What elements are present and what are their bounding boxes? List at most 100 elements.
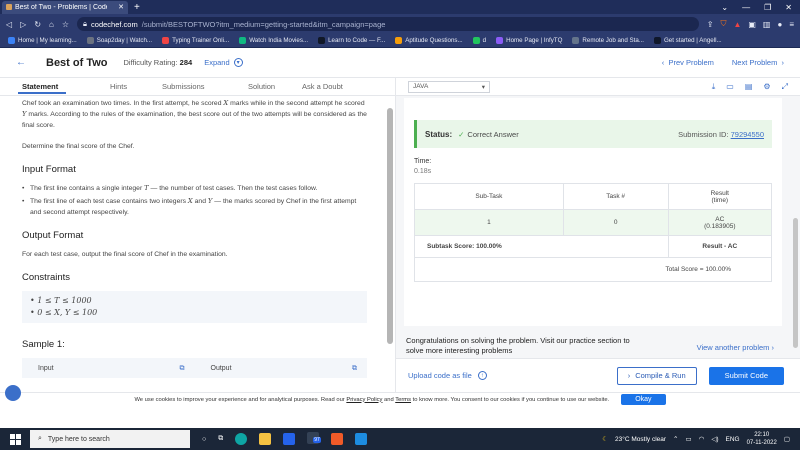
comment-icon[interactable]: ▭ bbox=[726, 82, 734, 92]
forward-icon[interactable]: ▷ bbox=[20, 20, 26, 29]
problem-header: ← Best of Two Difficulty Rating: 284 Exp… bbox=[0, 48, 800, 78]
minimize-icon[interactable]: — bbox=[742, 3, 750, 12]
constraint-item: 0 ≤ X, Y ≤ 100 bbox=[30, 307, 359, 319]
col-result: Result (time) bbox=[667, 183, 773, 210]
terms-link[interactable]: Terms bbox=[395, 397, 411, 403]
prev-problem-link[interactable]: ‹ Prev Problem bbox=[662, 58, 714, 67]
notifications-icon[interactable]: ▢ bbox=[784, 435, 790, 443]
task-view-icon[interactable]: ⧉ bbox=[218, 435, 223, 443]
view-another-problem-link[interactable]: View another problem › bbox=[697, 343, 774, 352]
sample-heading: Sample 1: bbox=[22, 339, 65, 350]
total-score-row: Total Score = 100.00% bbox=[414, 257, 772, 282]
tab-ask-a-doubt[interactable]: Ask a Doubt bbox=[302, 82, 372, 91]
menu-icon[interactable]: ≡ bbox=[789, 20, 794, 29]
copy-icon[interactable]: ⧉ bbox=[352, 363, 357, 374]
brave-rewards-icon[interactable]: ▲ bbox=[733, 20, 741, 29]
input-format-list: The first line contains a single integer… bbox=[22, 183, 367, 218]
vscode-icon[interactable] bbox=[355, 433, 368, 445]
home-icon[interactable]: ⌂ bbox=[49, 20, 54, 29]
check-icon: ✓ bbox=[458, 129, 465, 139]
brave-shield-icon[interactable]: ⛉ bbox=[720, 19, 726, 29]
window-close-icon[interactable]: ✕ bbox=[785, 3, 792, 12]
bookmark-item[interactable]: Home | My learning... bbox=[8, 37, 77, 44]
cookie-text: We use cookies to improve your experienc… bbox=[134, 396, 610, 403]
tab-search-icon[interactable]: ⌄ bbox=[721, 3, 728, 12]
result-table: Sub-Task Task # Result (time) 1 0 AC (0.18… bbox=[414, 183, 773, 282]
constraint-item: 1 ≤ T ≤ 1000 bbox=[30, 295, 359, 307]
language-select[interactable]: JAVA ▾ bbox=[408, 80, 490, 93]
brave-browser-icon[interactable] bbox=[331, 433, 344, 445]
language-indicator[interactable]: ENG bbox=[726, 436, 740, 443]
bookmark-favicon-icon bbox=[472, 37, 480, 44]
download-icon[interactable]: ⤓ bbox=[712, 82, 716, 92]
weather-text[interactable]: 23°C Mostly clear bbox=[615, 436, 666, 443]
tab-submissions[interactable]: Submissions bbox=[162, 82, 232, 91]
cell-result: AC (0.183905) bbox=[667, 209, 773, 236]
edge-icon[interactable] bbox=[235, 433, 248, 445]
copy-icon[interactable]: ⧉ bbox=[180, 363, 185, 374]
bookmark-item[interactable]: Learn to Code — F... bbox=[318, 37, 385, 44]
cookie-okay-button[interactable]: Okay bbox=[621, 394, 666, 405]
media-player-icon[interactable]: 97 bbox=[307, 432, 321, 446]
upload-code-link[interactable]: Upload code as file ↑ bbox=[408, 371, 487, 380]
profile-icon[interactable]: ● bbox=[777, 20, 782, 29]
settings-gear-icon[interactable]: ⚙ bbox=[763, 82, 770, 92]
browser-tab-title: Best of Two - Problems | CodeChef bbox=[15, 3, 107, 11]
submit-code-button[interactable]: Submit Code bbox=[708, 366, 784, 385]
congrats-message: Congratulations on solving the problem. … bbox=[406, 336, 630, 355]
new-tab-icon[interactable]: + bbox=[134, 2, 140, 13]
bookmark-item[interactable]: Soap2day | Watch... bbox=[86, 37, 152, 44]
bookmark-item[interactable]: Home Page | InfyTQ bbox=[496, 37, 562, 44]
browser-tab-strip: Best of Two - Problems | CodeChef ✕ + ⌄ … bbox=[0, 0, 800, 14]
tray-overflow-icon[interactable]: ⌃ bbox=[673, 435, 678, 443]
extension-icon[interactable]: ▣ bbox=[748, 20, 756, 29]
editor-scrollbar[interactable] bbox=[793, 218, 798, 348]
wifi-icon[interactable]: ◠ bbox=[699, 435, 705, 443]
reload-icon[interactable]: ↻ bbox=[34, 20, 41, 29]
save-icon[interactable]: ▤ bbox=[745, 82, 753, 92]
bookmark-item[interactable]: Get started | Angell... bbox=[653, 37, 722, 44]
editor-panel: JAVA ▾ ⤓ ▭ ▤ ⚙ ⤢ Status: ✓ Correct Answer … bbox=[396, 78, 800, 392]
tab-statement[interactable]: Statement bbox=[18, 82, 92, 94]
privacy-policy-link[interactable]: Privacy Policy bbox=[346, 397, 382, 403]
bookmark-favicon-icon bbox=[239, 37, 247, 44]
next-problem-link[interactable]: Next Problem › bbox=[732, 58, 784, 67]
address-bar[interactable]: 🔒︎ codechef.com/submit/BESTOFTWO?itm_med… bbox=[77, 17, 699, 31]
bookmark-favicon-icon bbox=[496, 37, 504, 44]
volume-icon[interactable]: ◁) bbox=[711, 435, 718, 443]
output-format-text: For each test case, output the final sco… bbox=[22, 251, 228, 258]
bookmark-star-icon[interactable]: ☆ bbox=[62, 20, 69, 29]
network-icon[interactable]: ▭ bbox=[686, 435, 692, 443]
bookmark-item[interactable]: Aptitude Questions... bbox=[395, 37, 463, 44]
taskbar-clock[interactable]: 22:10 07-11-2022 bbox=[747, 431, 777, 447]
submission-id-link[interactable]: 79294550 bbox=[731, 130, 764, 139]
col-task: Task # bbox=[562, 183, 669, 210]
tab-hints[interactable]: Hints bbox=[92, 82, 162, 91]
statement-scrollbar[interactable] bbox=[387, 108, 393, 344]
fullscreen-icon[interactable]: ⤢ bbox=[782, 82, 788, 92]
close-tab-icon[interactable]: ✕ bbox=[118, 3, 124, 11]
cortana-icon[interactable]: ○ bbox=[202, 436, 206, 443]
chevron-right-icon: › bbox=[771, 343, 775, 352]
store-icon[interactable] bbox=[283, 433, 296, 445]
sample-output-label: Output ⧉ bbox=[210, 363, 358, 374]
bookmark-item[interactable]: Typing Trainer Onli... bbox=[162, 37, 229, 44]
bookmark-item[interactable]: d bbox=[472, 37, 486, 44]
expand-button[interactable]: Expand ▾ bbox=[204, 58, 243, 67]
weather-icon[interactable]: ☾ bbox=[602, 435, 608, 443]
back-icon[interactable]: ◁ bbox=[6, 20, 12, 29]
chevron-down-icon: ▾ bbox=[233, 58, 243, 67]
tab-solution[interactable]: Solution bbox=[232, 82, 302, 91]
sidebar-icon[interactable]: ▥ bbox=[763, 20, 771, 29]
file-explorer-icon[interactable] bbox=[259, 433, 272, 445]
windows-start-icon[interactable] bbox=[0, 433, 30, 445]
help-bubble-icon[interactable] bbox=[5, 385, 21, 401]
maximize-icon[interactable]: ❐ bbox=[764, 3, 771, 12]
back-arrow-icon[interactable]: ← bbox=[16, 57, 28, 68]
taskbar-search-input[interactable]: ⌕ Type here to search bbox=[30, 430, 190, 448]
browser-tab[interactable]: Best of Two - Problems | CodeChef ✕ bbox=[2, 0, 128, 14]
bookmark-item[interactable]: Watch India Movies... bbox=[239, 37, 308, 44]
bookmark-item[interactable]: Remote Job and Sta... bbox=[572, 37, 644, 44]
compile-run-button[interactable]: › Compile & Run bbox=[616, 366, 697, 385]
share-icon[interactable]: ⇪ bbox=[707, 20, 714, 29]
